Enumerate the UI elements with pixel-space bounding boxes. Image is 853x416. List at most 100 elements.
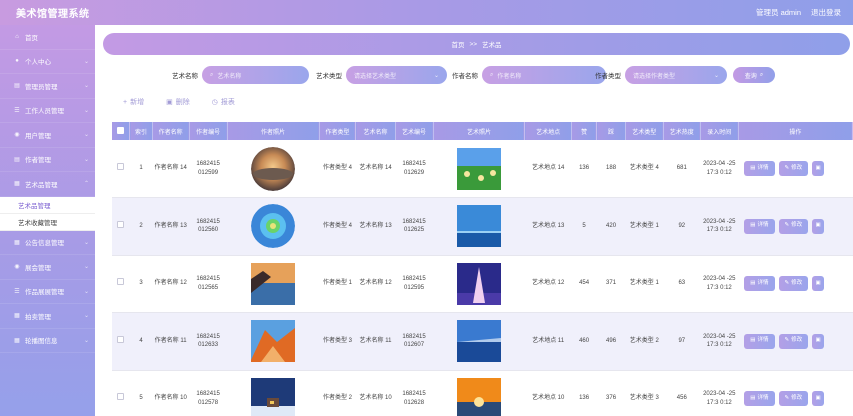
cell-index: 3	[129, 255, 153, 313]
cell-art-name: 艺术名称 11	[355, 312, 396, 371]
column-header: 作者类型	[319, 122, 357, 140]
row-checkbox[interactable]	[117, 335, 125, 343]
mountain-photo	[251, 320, 296, 363]
sidebar-item-label: 管理员管理	[25, 83, 58, 91]
chevron-down-icon: ⌄	[83, 264, 89, 271]
add-button[interactable]: + 新增	[123, 97, 144, 107]
cell-art-photo	[433, 197, 525, 256]
input-placeholder: 艺术名称	[217, 73, 242, 80]
table-row[interactable]: 4 作者名称 11 1682415 012633 作者类型 3 艺术名称 11 …	[112, 312, 853, 371]
submenu-item-collections[interactable]: 艺术收藏管理	[0, 214, 95, 231]
edit-button[interactable]: ✎ 修改	[778, 218, 809, 234]
cell-art-type: 艺术类型 1	[625, 197, 664, 256]
author-name-input[interactable]: ⌕ 作者名称	[482, 66, 606, 84]
sidebar-item-carousel[interactable]: ▦ 轮播图信息 ⌄	[0, 329, 95, 353]
user-icon: ●	[15, 58, 19, 65]
edit-button[interactable]: ✎ 修改	[778, 276, 809, 292]
column-header: 操作	[738, 122, 853, 140]
cell-author-type: 作者类型 2	[319, 370, 356, 416]
sidebar-item-auctions[interactable]: ▦ 拍卖管理 ⌄	[0, 304, 95, 329]
cell-art-name: 艺术名称 13	[355, 197, 396, 256]
row-checkbox[interactable]	[117, 278, 125, 286]
table-row[interactable]: 1 作者名称 14 1682415 012599 作者类型 4 艺术名称 14 …	[112, 140, 853, 198]
delete-row-button[interactable]: ▣	[812, 218, 825, 234]
report-button[interactable]: ◷ 报表	[212, 97, 235, 107]
author-type-select[interactable]: 请选择作者类型 ⌄	[625, 66, 727, 84]
edit-button[interactable]: ✎ 修改	[778, 333, 809, 349]
grid-icon: ▦	[14, 313, 20, 320]
sidebar-item-works-shows[interactable]: ☰ 作品展展管理 ⌄	[0, 280, 95, 304]
cell-art-photo	[433, 312, 525, 371]
detail-button[interactable]: ▤ 详情	[744, 161, 775, 176]
list-icon: ▤	[14, 156, 20, 163]
cell-likes: 454	[571, 255, 597, 313]
edit-button[interactable]: ✎ 修改	[778, 391, 809, 407]
sunset-photo	[457, 377, 501, 416]
trash-icon: ▣	[815, 337, 821, 344]
trash-icon: ▣	[815, 222, 821, 229]
list-icon: ☰	[14, 107, 20, 114]
cell-ops: ▤ 详情 ✎ 修改 ▣	[738, 370, 853, 416]
cell-art-no: 1682415 012607	[395, 312, 434, 371]
edit-button[interactable]: ✎ 修改	[778, 161, 809, 176]
search-button[interactable]: 查询 ⌕	[733, 67, 775, 83]
artworks-table: 索引 作者名称 作者编号 作者照片 作者类型 艺术名称 艺术编号 艺术照片 艺术…	[112, 122, 853, 416]
breadcrumb: 首页 >> 艺术品	[103, 33, 850, 55]
cell-author-type: 作者类型 1	[319, 255, 356, 313]
submenu-item-artworks[interactable]: 艺术品管理	[0, 197, 95, 214]
cell-heat: 681	[663, 140, 701, 198]
grid-icon: ▦	[14, 239, 20, 246]
cell-author-type: 作者类型 4	[319, 140, 356, 198]
cell-time: 2023-04 -25 17:3 0:12	[700, 370, 739, 416]
delete-row-button[interactable]: ▣	[812, 333, 825, 349]
detail-icon: ▤	[750, 337, 756, 344]
detail-button[interactable]: ▤ 详情	[744, 276, 775, 292]
table-row[interactable]: 3 作者名称 12 1682415 012565 作者类型 1 艺术名称 12 …	[112, 255, 853, 313]
detail-button[interactable]: ▤ 详情	[744, 391, 775, 407]
cell-ops: ▤ 详情 ✎ 修改 ▣	[738, 312, 853, 371]
sidebar-item-label: 工作人员管理	[25, 108, 64, 116]
detail-button[interactable]: ▤ 详情	[744, 333, 775, 349]
art-type-select[interactable]: 请选择艺术类型 ⌄	[346, 66, 447, 84]
delete-row-button[interactable]: ▣	[812, 161, 825, 176]
sidebar-item-admins[interactable]: ▤ 管理员管理 ⌄	[0, 74, 95, 99]
logout-link[interactable]: 退出登录	[811, 7, 841, 18]
cell-location: 艺术地点 10	[524, 370, 572, 416]
row-checkbox[interactable]	[117, 393, 125, 401]
search-icon: ⌕	[490, 71, 494, 78]
artworks-submenu: 艺术品管理 艺术收藏管理	[0, 196, 95, 231]
cell-art-no: 1682415 012628	[395, 370, 434, 416]
delete-row-button[interactable]: ▣	[812, 276, 825, 292]
current-user: 管理员 admin	[755, 8, 801, 17]
delete-button[interactable]: ▣ 删除	[166, 97, 190, 107]
sidebar-item-artworks[interactable]: ▦ 艺术品管理 ⌃	[0, 172, 95, 197]
cell-index: 1	[129, 140, 153, 198]
sidebar-item-staff[interactable]: ☰ 工作人员管理 ⌄	[0, 99, 95, 123]
cell-heat: 97	[663, 312, 701, 371]
edit-label: 修改	[791, 222, 803, 229]
sidebar-item-home[interactable]: ⌂ 首页	[0, 25, 95, 50]
row-checkbox[interactable]	[117, 163, 125, 171]
sidebar-item-authors[interactable]: ▤ 作者管理 ⌄	[0, 148, 95, 172]
fisheye-photo	[251, 146, 296, 191]
select-placeholder: 请选择艺术类型	[354, 73, 397, 80]
cell-location: 艺术地点 12	[524, 255, 572, 313]
sidebar-item-profile[interactable]: ● 个人中心 ⌄	[0, 50, 95, 74]
table-row[interactable]: 2 作者名称 13 1682415 012560 作者类型 4 艺术名称 13 …	[112, 197, 853, 256]
breadcrumb-home[interactable]: 首页	[451, 39, 464, 49]
sidebar-item-users[interactable]: ◉ 用户管理 ⌄	[0, 123, 95, 148]
pencil-icon: ✎	[784, 164, 790, 171]
art-name-input[interactable]: ⌕ 艺术名称	[202, 66, 309, 84]
cell-dislikes: 376	[596, 370, 626, 416]
table-row[interactable]: 5 作者名称 10 1682415 012578 作者类型 2 艺术名称 10 …	[112, 370, 853, 416]
cell-heat: 456	[663, 370, 701, 416]
cell-author-no: 1682415 012560	[189, 197, 228, 256]
row-checkbox[interactable]	[117, 220, 125, 228]
delete-row-button[interactable]: ▣	[812, 391, 825, 407]
select-all-checkbox[interactable]	[117, 126, 125, 134]
cell-likes: 5	[571, 197, 597, 256]
sidebar-item-exhibitions[interactable]: ◉ 展会管理 ⌄	[0, 255, 95, 280]
sidebar: ⌂ 首页 ● 个人中心 ⌄ ▤ 管理员管理 ⌄ ☰ 工作人员管理 ⌄ ◉ 用户管理 ⌄ ▤…	[0, 25, 95, 416]
sidebar-item-notices[interactable]: ▦ 公告信息管理 ⌄	[0, 231, 95, 255]
detail-button[interactable]: ▤ 详情	[744, 218, 775, 234]
